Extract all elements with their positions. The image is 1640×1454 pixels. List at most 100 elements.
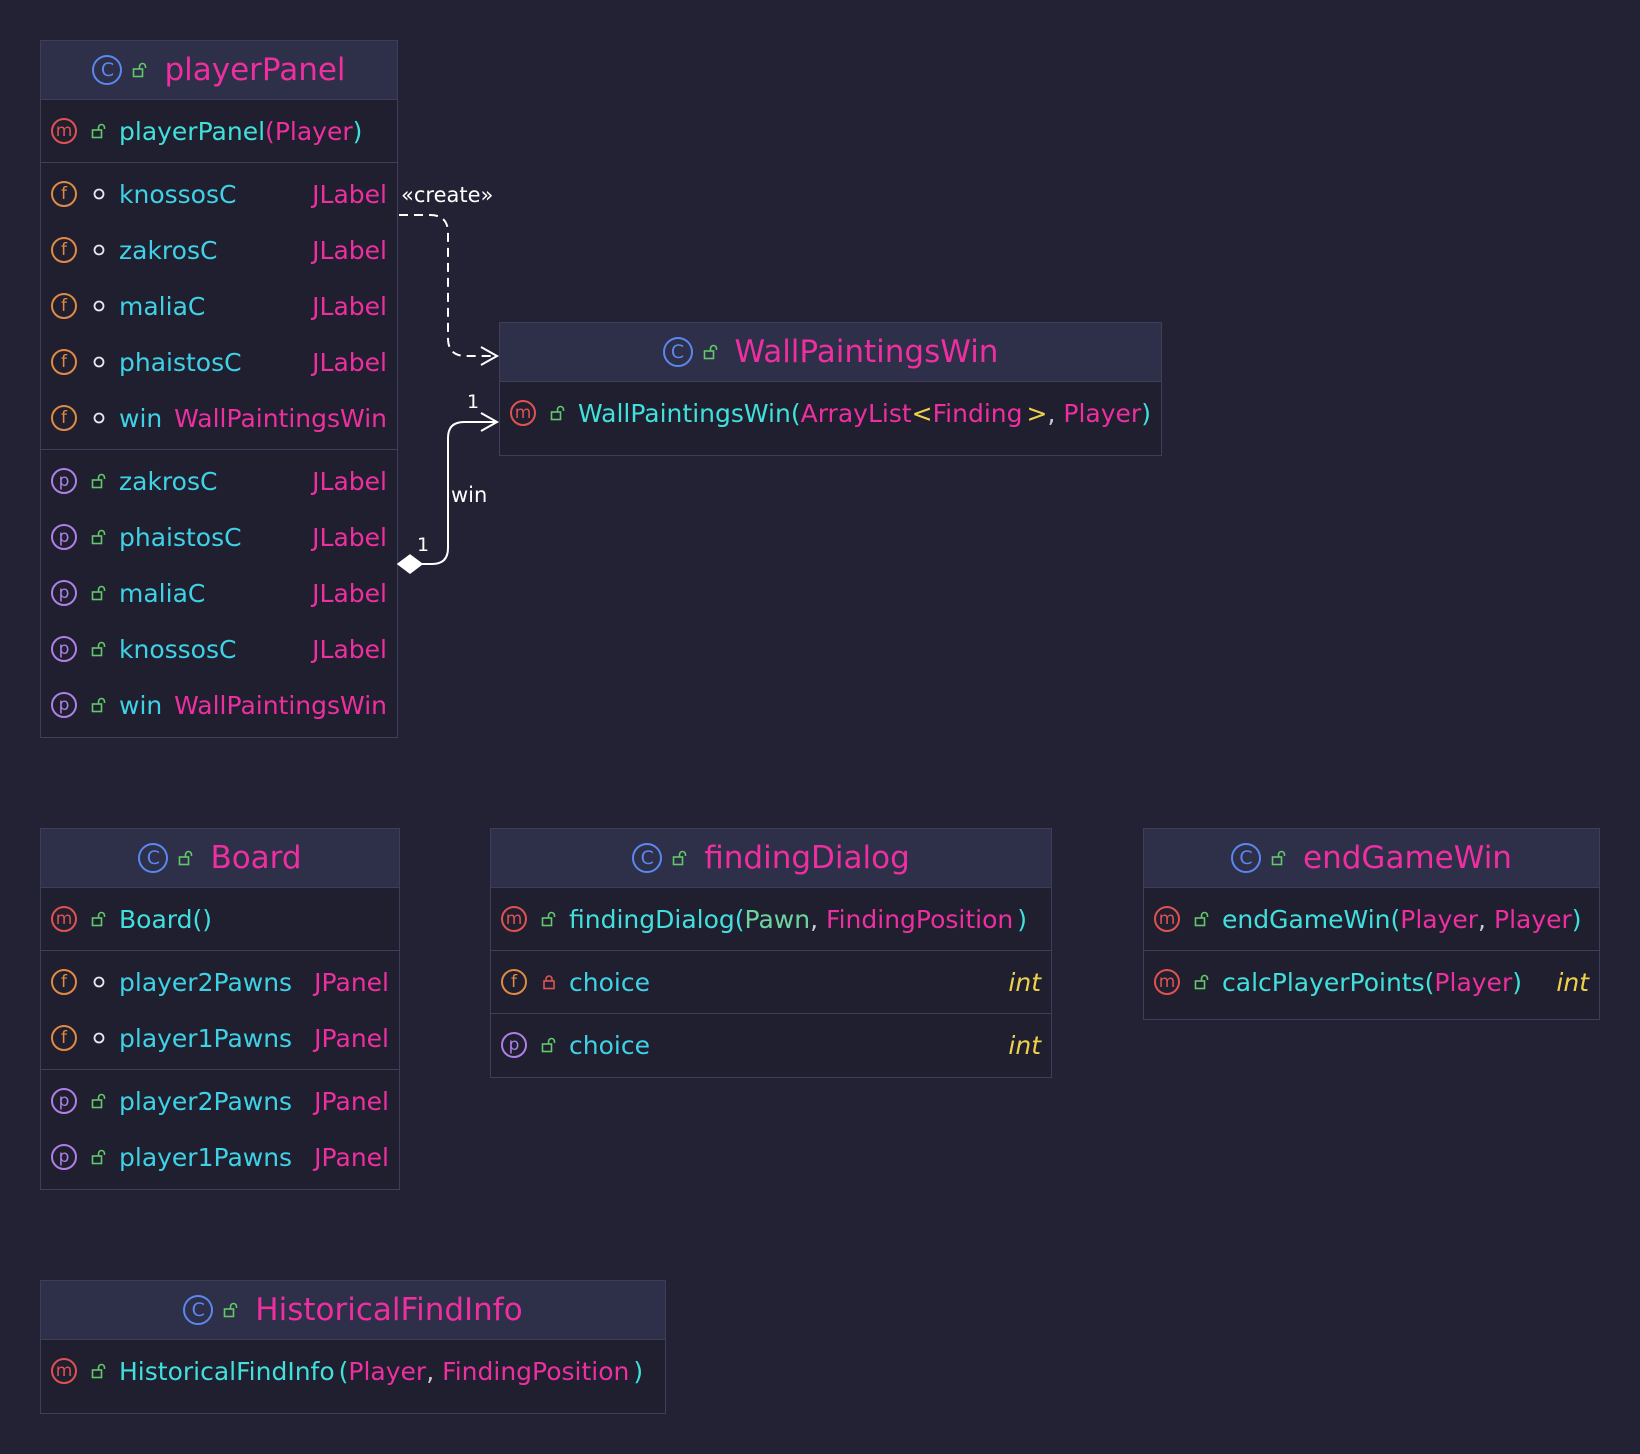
constructor-row[interactable]: m findingDialog(Pawn, FindingPosition) (491, 891, 1051, 947)
class-header: C findingDialog (491, 829, 1051, 888)
paren-open: ( (1424, 967, 1435, 997)
paren-close: ) (1512, 967, 1522, 997)
parens: () (192, 904, 212, 934)
property-row[interactable]: p choice int (491, 1017, 1051, 1073)
property-name: win (119, 690, 163, 720)
class-HistoricalFindInfo[interactable]: C HistoricalFindInfo m HistoricalFindInf… (40, 1280, 666, 1414)
field-icon: f (51, 181, 77, 207)
public-lock-icon (178, 850, 194, 866)
field-name: phaistosC (119, 347, 242, 377)
field-row[interactable]: f win WallPaintingsWin (41, 390, 397, 446)
generic-close: > (1026, 398, 1048, 428)
class-header: C WallPaintingsWin (500, 323, 1161, 382)
method-icon: m (501, 906, 527, 932)
field-row[interactable]: f maliaC JLabel (41, 278, 397, 334)
class-icon: C (138, 843, 169, 873)
class-findingDialog[interactable]: C findingDialog m findingDialog(Pawn, Fin… (490, 828, 1052, 1078)
public-lock-icon (1271, 850, 1287, 866)
property-type: JPanel (314, 1142, 389, 1172)
field-icon: f (51, 293, 77, 319)
constructor-name: Board (119, 904, 193, 934)
property-icon: p (51, 580, 77, 606)
field-row[interactable]: f player1Pawns JPanel (41, 1010, 399, 1066)
property-row[interactable]: p knossosC JLabel (41, 621, 397, 677)
public-lock-icon (672, 850, 688, 866)
paren-open: ( (790, 398, 801, 428)
generic-type: Finding (932, 398, 1023, 428)
method-icon: m (51, 1358, 77, 1384)
paren-close: ) (352, 116, 363, 146)
constructors-section: m WallPaintingsWin(ArrayList < Finding >, Pl… (500, 382, 1161, 444)
class-icon: C (632, 843, 663, 873)
property-type: JLabel (312, 634, 387, 664)
property-icon: p (51, 524, 77, 550)
paren-open: ( (338, 1356, 349, 1386)
property-name: maliaC (119, 578, 206, 608)
properties-section: p zakrosC JLabel p phaistosC JLabel p mali… (41, 450, 397, 736)
class-endGameWin[interactable]: C endGameWin m endGameWin(Player, Player)… (1143, 828, 1600, 1020)
fields-section: f choice int (491, 951, 1051, 1014)
property-icon: p (51, 468, 77, 494)
method-name: calcPlayerPoints (1222, 967, 1425, 997)
property-icon: p (51, 692, 77, 718)
private-lock-icon (541, 974, 557, 990)
param-type: ArrayList (800, 398, 912, 428)
field-type: WallPaintingsWin (174, 403, 387, 433)
param-separator: , (1478, 904, 1486, 934)
property-row[interactable]: p phaistosC JLabel (41, 509, 397, 565)
property-type: WallPaintingsWin (174, 690, 387, 720)
constructor-row[interactable]: m playerPanel(Player) (41, 103, 397, 159)
paren-open: ( (265, 116, 275, 146)
method-row[interactable]: m calcPlayerPoints(Player) int (1144, 954, 1599, 1010)
class-WallPaintingsWin[interactable]: C WallPaintingsWin m WallPaintingsWin(Ar… (499, 322, 1162, 456)
constructors-section: m endGameWin(Player, Player) (1144, 888, 1599, 951)
paren-close: ) (1141, 398, 1151, 428)
property-row[interactable]: p zakrosC JLabel (41, 453, 397, 509)
properties-section: p choice int (491, 1014, 1051, 1076)
constructors-section: m HistoricalFindInfo(Player, FindingPosit… (41, 1340, 665, 1402)
package-private-circle-icon (91, 298, 107, 314)
field-type: JLabel (312, 291, 387, 321)
field-row[interactable]: f player2Pawns JPanel (41, 954, 399, 1010)
constructor-row[interactable]: m endGameWin(Player, Player) (1144, 891, 1599, 947)
property-row[interactable]: p win WallPaintingsWin (41, 677, 397, 733)
property-row[interactable]: p player2Pawns JPanel (41, 1073, 399, 1129)
constructor-name: playerPanel (119, 116, 266, 146)
source-multiplicity: 1 (417, 534, 430, 556)
class-header: C HistoricalFindInfo (41, 1281, 665, 1340)
property-type: JPanel (314, 1086, 389, 1116)
method-icon: m (51, 906, 77, 932)
property-row[interactable]: p player1Pawns JPanel (41, 1129, 399, 1185)
field-row[interactable]: f phaistosC JLabel (41, 334, 397, 390)
public-lock-icon (541, 1037, 557, 1053)
param-type: Player (1063, 398, 1142, 428)
property-icon: p (51, 636, 77, 662)
constructor-row[interactable]: m WallPaintingsWin(ArrayList < Finding >, Pl… (500, 385, 1161, 441)
param-type: FindingPosition (442, 1356, 630, 1386)
constructor-row[interactable]: m Board() (41, 891, 399, 947)
class-Board[interactable]: C Board m Board() f player2Pawns JPanel fp… (40, 828, 400, 1190)
paren-close: ) (1017, 904, 1028, 934)
property-name: phaistosC (119, 522, 242, 552)
field-row[interactable]: f zakrosC JLabel (41, 222, 397, 278)
field-row[interactable]: f knossosC JLabel (41, 166, 397, 222)
class-icon: C (183, 1295, 214, 1325)
field-type: JLabel (312, 347, 387, 377)
property-name: zakrosC (119, 466, 218, 496)
class-name: playerPanel (164, 52, 346, 88)
package-private-circle-icon (91, 974, 107, 990)
field-row[interactable]: f choice int (491, 954, 1051, 1010)
methods-section: m calcPlayerPoints(Player) int (1144, 951, 1599, 1013)
property-row[interactable]: p maliaC JLabel (41, 565, 397, 621)
constructor-row[interactable]: m HistoricalFindInfo(Player, FindingPosit… (41, 1343, 665, 1399)
field-icon: f (51, 969, 77, 995)
param-type: Player (1400, 904, 1479, 934)
field-icon: f (501, 969, 527, 995)
class-header: C endGameWin (1144, 829, 1599, 888)
param-type: Player (348, 1356, 427, 1386)
package-private-circle-icon (91, 186, 107, 202)
class-playerPanel[interactable]: C playerPanel m playerPanel(Player) f kno… (40, 40, 398, 738)
field-type: JLabel (312, 235, 387, 265)
property-type: int (1008, 1030, 1041, 1060)
method-icon: m (510, 400, 536, 426)
